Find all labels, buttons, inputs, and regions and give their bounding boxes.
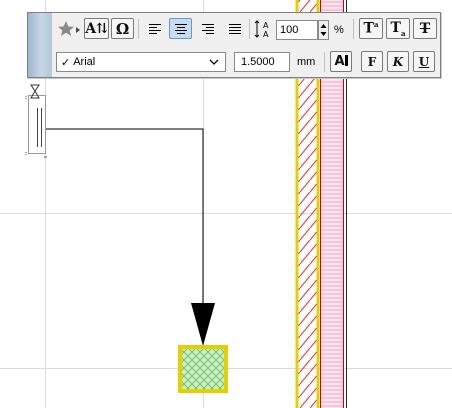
fill-box [178, 345, 228, 393]
underline-label: U [418, 54, 430, 69]
chevron-down-icon [209, 59, 219, 65]
italic-button[interactable]: K [387, 51, 409, 72]
text-format-palette: A⇅ Ω A A 100 % Ta Ta T ✓ Arial 1.5000 mm… [27, 12, 441, 78]
separator [324, 52, 325, 72]
text-autofit-icon: A⇅ [85, 20, 108, 37]
star-dropdown-icon [58, 20, 80, 36]
font-select[interactable]: ✓ Arial [56, 52, 226, 72]
omega-icon: Ω [115, 19, 130, 38]
align-left-button[interactable] [143, 18, 166, 39]
bold-label: F [367, 54, 377, 69]
palette-grip[interactable] [28, 13, 52, 77]
line-spacing-spinner[interactable] [318, 20, 329, 40]
font-size-value: 1.5000 [241, 56, 275, 68]
strikethrough-icon: T [419, 20, 431, 37]
line-spacing-value: 100 [280, 24, 299, 36]
justify-icon [228, 23, 241, 34]
align-right-icon [201, 23, 214, 34]
superscript-icon: Ta [363, 20, 379, 37]
separator [138, 19, 139, 39]
special-characters-button[interactable]: Ω [111, 18, 134, 39]
separator [353, 19, 354, 39]
svg-text:A: A [263, 21, 269, 30]
font-name: Arial [73, 56, 96, 68]
separator [249, 19, 250, 39]
font-checkmark: ✓ [61, 56, 71, 69]
line-spacing-unit: % [334, 24, 344, 36]
font-size-input[interactable]: 1.5000 [234, 52, 290, 72]
line-spacing-icon: A A [254, 19, 274, 39]
align-left-icon [148, 23, 161, 34]
strikethrough-button[interactable]: T [413, 18, 437, 39]
subscript-icon: Ta [390, 19, 406, 38]
svg-text:A: A [263, 30, 269, 39]
superscript-button[interactable]: Ta [359, 18, 383, 39]
text-color-button[interactable]: A [330, 51, 352, 72]
justify-button[interactable] [223, 18, 246, 39]
favorites-button[interactable] [56, 18, 84, 39]
underline-button[interactable]: U [413, 51, 435, 72]
italic-label: K [392, 54, 404, 69]
text-color-icon: A [334, 54, 348, 69]
line-spacing-input[interactable]: 100 [276, 20, 318, 40]
text-autofit-button[interactable]: A⇅ [84, 18, 109, 39]
align-center-icon [174, 23, 187, 34]
font-size-unit: mm [297, 56, 316, 68]
bold-button[interactable]: F [361, 51, 383, 72]
align-right-button[interactable] [196, 18, 219, 39]
leader-line [46, 128, 215, 346]
align-center-button[interactable] [169, 18, 192, 39]
subscript-button[interactable]: Ta [386, 18, 410, 39]
text-block-marker [25, 84, 47, 158]
